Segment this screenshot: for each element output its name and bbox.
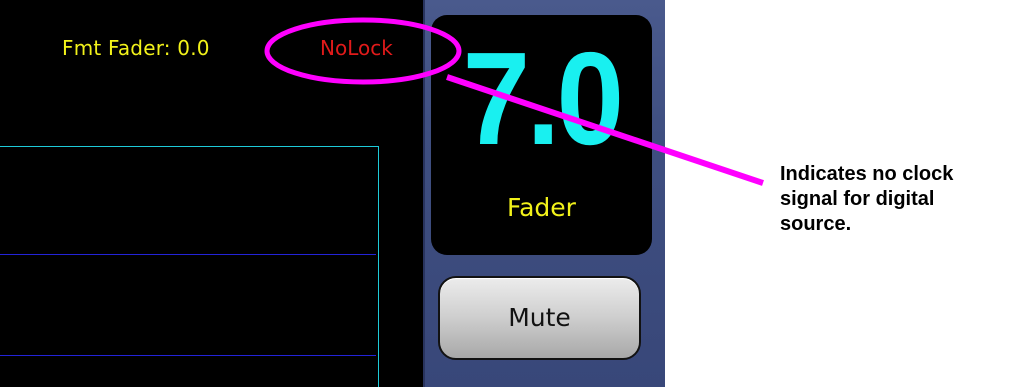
- status-row: Fmt Fader: 0.0 NoLock: [0, 36, 428, 66]
- mute-button[interactable]: Mute: [438, 276, 641, 360]
- meter-panel: [0, 146, 379, 387]
- meter-gridline: [0, 355, 376, 356]
- fader-display[interactable]: 7.0 Fader: [431, 15, 652, 255]
- callout-text: Indicates no clock signal for digital so…: [780, 163, 954, 235]
- fader-label: Fader: [507, 193, 576, 222]
- fader-value: 7.0: [462, 25, 624, 172]
- lock-status-indicator: NoLock: [320, 36, 393, 60]
- fmt-fader-readout: Fmt Fader: 0.0: [62, 36, 210, 60]
- meter-gridline: [0, 254, 376, 255]
- device-screen: Fmt Fader: 0.0 NoLock: [0, 0, 428, 387]
